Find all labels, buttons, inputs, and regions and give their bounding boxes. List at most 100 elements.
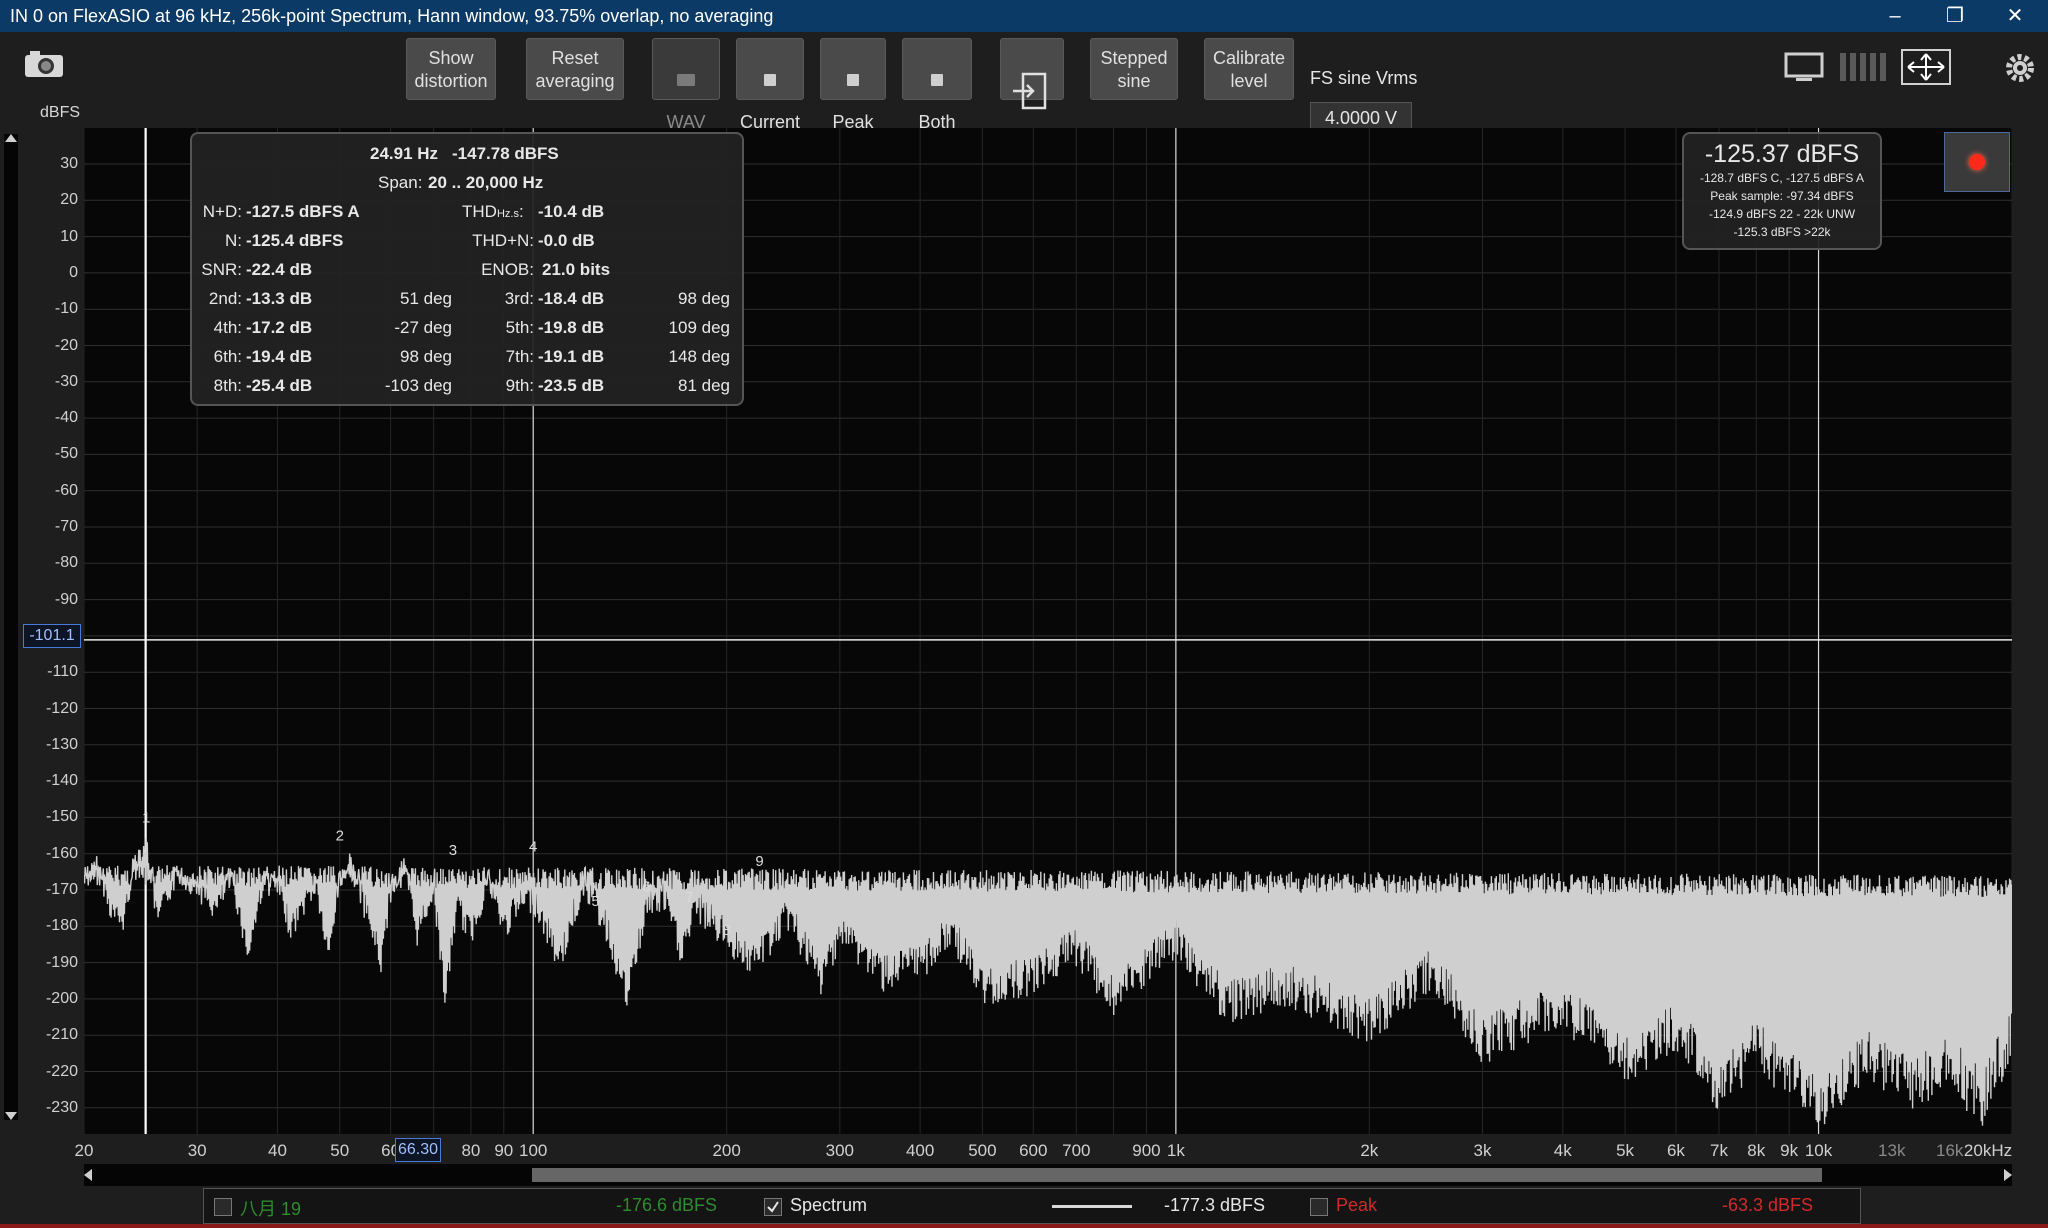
harmonic-3-value: -18.4 dB: [538, 289, 605, 308]
harmonic-2-value: -13.3 dB: [246, 289, 313, 308]
y-tick-label: -160: [45, 844, 78, 862]
x-tick-label: 10k: [1804, 1141, 1833, 1160]
thd-label-text: THD: [462, 202, 497, 221]
x-tick-label: 16k: [1936, 1141, 1964, 1160]
y-tick-label: -20: [54, 336, 78, 354]
harmonic-4-phase: -27 deg: [394, 318, 452, 337]
cursor-y-readout: -101.1: [23, 624, 81, 648]
monitor-icon[interactable]: [1782, 50, 1826, 84]
stepped-sine-button[interactable]: Stepped sine: [1090, 38, 1178, 100]
both-button[interactable]: Both: [902, 38, 972, 132]
harmonic-6-phase: 98 deg: [400, 347, 452, 366]
harmonic-4-label: 4th:: [213, 318, 242, 337]
spectrum-trace: [83, 838, 2013, 1126]
snr-label: SNR:: [201, 260, 242, 279]
fit-arrows-icon[interactable]: [1900, 48, 1952, 86]
x-tick-label: 2k: [1360, 1141, 1379, 1160]
y-tick-label: -80: [54, 554, 78, 572]
x-tick-label: 500: [968, 1141, 997, 1160]
x-tick-label: 5k: [1616, 1141, 1635, 1160]
record-dot-icon: [1969, 154, 1985, 170]
legend-bar: 八月 19 -176.6 dBFS Spectrum -177.3 dBFS P…: [203, 1188, 1861, 1224]
y-tick-label: -200: [45, 989, 78, 1007]
y-tick-label: -90: [54, 590, 78, 608]
thd-label: THDHz.s:: [462, 202, 524, 221]
x-tick-label: 400: [905, 1141, 935, 1160]
y-tick-label: -170: [45, 881, 78, 898]
y-tick-label: -190: [45, 953, 78, 971]
y-tick-label: -60: [54, 481, 78, 499]
peak-name: Peak: [1336, 1195, 1378, 1215]
save-icon: [931, 74, 943, 86]
spectrum-checkbox[interactable]: [764, 1198, 782, 1216]
x-tick-label: 20kHz: [1963, 1141, 2013, 1160]
horizontal-scrollbar[interactable]: [84, 1164, 2012, 1186]
x-tick-label: 13k: [1878, 1141, 1906, 1160]
y-tick-label: -10: [54, 300, 78, 318]
toolbar: Show distortion Reset averaging WAV Curr…: [0, 32, 2048, 132]
trace1-checkbox[interactable]: [214, 1198, 232, 1216]
harmonic-7-value: -19.1 dB: [538, 347, 605, 366]
level-weighted-line: -128.7 dBFS C, -127.5 dBFS A: [1699, 171, 1865, 185]
cursor-x-readout: 66.30: [395, 1138, 441, 1162]
harmonic-9-value: -23.5 dB: [538, 376, 605, 395]
y-tick-label: 0: [69, 263, 78, 281]
import-button[interactable]: [1000, 38, 1064, 110]
import-icon: [1013, 72, 1047, 110]
harmonic-marker-label: 5: [591, 893, 599, 910]
harmonic-marker-label: 9: [755, 853, 763, 870]
columns-icon[interactable]: [1838, 50, 1888, 84]
wav-button[interactable]: WAV: [652, 38, 720, 132]
scroll-thumb[interactable]: [532, 1168, 1822, 1182]
harmonic-8-label: 8th:: [213, 376, 242, 395]
record-button[interactable]: [1944, 132, 2010, 192]
show-distortion-button[interactable]: Show distortion: [406, 38, 496, 100]
harmonic-marker-label: 7: [685, 889, 693, 906]
save-icon: [847, 74, 859, 86]
harmonic-8-phase: -103 deg: [384, 376, 452, 395]
snr-value: -22.4 dB: [246, 260, 313, 279]
n-value: -125.4 dBFS: [246, 231, 344, 250]
x-tick-label: 40: [267, 1141, 287, 1160]
peak-value: -63.3 dBFS: [1722, 1195, 1814, 1215]
harmonic-7-label: 7th:: [505, 347, 534, 366]
reset-averaging-button[interactable]: Reset averaging: [526, 38, 624, 100]
nd-value: -127.5 dBFS A: [246, 202, 360, 221]
span-label: Span:: [378, 173, 423, 192]
x-tick-label: 30: [187, 1141, 207, 1160]
x-tick-label: 3k: [1473, 1141, 1492, 1160]
harmonic-marker-label: 1: [142, 809, 150, 826]
x-tick-label: 200: [712, 1141, 741, 1160]
calibrate-level-button[interactable]: Calibrate level: [1204, 38, 1294, 100]
y-tick-label: -70: [54, 518, 78, 535]
harmonic-marker-label: 4: [529, 838, 537, 855]
minimize-button[interactable]: –: [1866, 0, 1924, 32]
y-tick-label: -50: [54, 445, 78, 463]
spectrum-name: Spectrum: [790, 1195, 868, 1215]
current-button[interactable]: Current: [736, 38, 804, 132]
peak-checkbox[interactable]: [1310, 1198, 1328, 1216]
restore-button[interactable]: ❐: [1926, 0, 1984, 32]
x-tick-label: 1k: [1166, 1141, 1185, 1160]
y-tick-label: 30: [60, 155, 78, 172]
cursor-level: -147.78 dBFS: [452, 144, 559, 163]
y-tick-label: 20: [60, 191, 78, 209]
left-scroll-strip[interactable]: [4, 134, 18, 1120]
distortion-stats-panel[interactable]: 24.91 Hz -147.78 dBFS Span: 20 .. 20,000…: [190, 132, 744, 406]
enob-label: ENOB:: [481, 260, 534, 279]
window-title: IN 0 on FlexASIO at 96 kHz, 256k-point S…: [10, 6, 774, 26]
bottom-edge: [0, 1224, 2048, 1228]
close-button[interactable]: ✕: [1986, 0, 2044, 32]
thdn-value: -0.0 dB: [538, 231, 595, 250]
x-tick-label: 900: [1132, 1141, 1161, 1160]
level-readout-box[interactable]: -125.37 dBFS -128.7 dBFS C, -127.5 dBFS …: [1682, 132, 1882, 250]
gear-icon[interactable]: [2004, 52, 2036, 84]
y-tick-label: -40: [54, 409, 78, 427]
trace1-value: -176.6 dBFS: [616, 1195, 718, 1215]
peak-button[interactable]: Peak: [820, 38, 886, 132]
camera-icon[interactable]: [24, 50, 64, 78]
harmonic-6-label: 6th:: [213, 347, 242, 366]
y-tick-label: -210: [45, 1026, 78, 1044]
x-tick-label: 4k: [1553, 1141, 1572, 1160]
trace1-name: 八月 19: [240, 1199, 302, 1219]
